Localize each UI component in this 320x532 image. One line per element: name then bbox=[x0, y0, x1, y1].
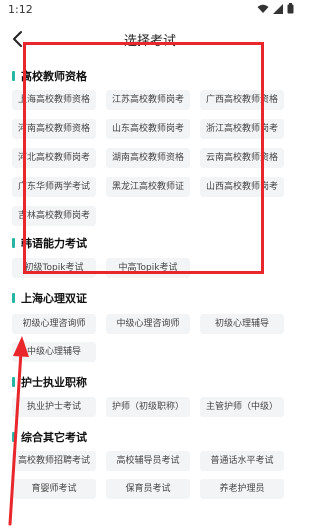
section-accent-bar bbox=[12, 238, 15, 248]
section-accent-bar bbox=[12, 432, 15, 442]
chip-exam[interactable]: 高校教师招聘考试 bbox=[12, 451, 96, 471]
chip-exam[interactable]: 初级心理咨询师 bbox=[12, 314, 96, 334]
chip-exam[interactable]: 浙江高校教师岗考 bbox=[200, 119, 284, 139]
chip-exam[interactable]: 护师（初级职称） bbox=[106, 397, 190, 417]
wifi-icon bbox=[257, 4, 269, 13]
section-title-label: 高校教师资格 bbox=[21, 70, 87, 83]
chip-exam[interactable]: 山东高校教师岗考 bbox=[106, 119, 190, 139]
section-title-label: 护士执业职称 bbox=[21, 376, 87, 389]
chip-exam[interactable]: 吉林高校教师岗考 bbox=[12, 206, 96, 226]
chip-exam[interactable]: 高校辅导员考试 bbox=[106, 451, 190, 471]
section-title-label: 上海心理双证 bbox=[21, 292, 87, 305]
section-title-other-exams: 综合其它考试 bbox=[12, 429, 87, 445]
chip-exam[interactable]: 湖南高校教师资格 bbox=[106, 148, 190, 168]
chip-exam[interactable]: 江苏高校教师岗考 bbox=[106, 90, 190, 110]
chip-exam[interactable]: 河南高校教师资格 bbox=[12, 119, 96, 139]
section-title-teacher-qualification: 高校教师资格 bbox=[12, 68, 87, 84]
chip-exam[interactable]: 上海高校教师资格 bbox=[12, 90, 96, 110]
section-accent-bar bbox=[12, 377, 15, 387]
section-accent-bar bbox=[12, 71, 15, 81]
chip-exam[interactable]: 初级Topik考试 bbox=[12, 258, 96, 278]
chip-exam[interactable]: 养老护理员 bbox=[200, 479, 284, 499]
chip-exam[interactable]: 中级心理咨询师 bbox=[106, 314, 190, 334]
section-accent-bar bbox=[12, 293, 15, 303]
chip-exam[interactable]: 普通话水平考试 bbox=[200, 451, 284, 471]
header: 选择考试 bbox=[0, 24, 300, 54]
chip-exam[interactable]: 保育员考试 bbox=[106, 479, 190, 499]
page-title: 选择考试 bbox=[123, 34, 176, 49]
chip-exam[interactable]: 初级心理辅导 bbox=[200, 314, 284, 334]
status-bar: 1:12 bbox=[0, 0, 300, 22]
status-icons bbox=[257, 3, 294, 14]
section-title-label: 韩语能力考试 bbox=[21, 237, 87, 250]
chip-exam[interactable]: 山西高校教师岗考 bbox=[200, 177, 284, 197]
chip-exam[interactable]: 广东华师两学考试 bbox=[12, 177, 96, 197]
section-title-psychology: 上海心理双证 bbox=[12, 290, 87, 306]
chip-exam[interactable]: 黑龙江高校教师证 bbox=[106, 177, 190, 197]
chip-exam[interactable]: 主管护师（中级） bbox=[200, 397, 284, 417]
section-title-label: 综合其它考试 bbox=[21, 431, 87, 444]
chip-exam[interactable]: 云南高校教师资格 bbox=[200, 148, 284, 168]
chip-exam[interactable]: 河北高校教师岗考 bbox=[12, 148, 96, 168]
chip-exam[interactable]: 执业护士考试 bbox=[12, 397, 96, 417]
battery-icon bbox=[287, 3, 294, 14]
section-title-korean-topik: 韩语能力考试 bbox=[12, 235, 87, 251]
chip-exam[interactable]: 中级心理辅导 bbox=[12, 342, 96, 362]
signal-icon bbox=[273, 3, 283, 14]
chip-exam[interactable]: 育婴师考试 bbox=[12, 479, 96, 499]
chip-exam[interactable]: 广西高校教师资格 bbox=[200, 90, 284, 110]
status-time: 1:12 bbox=[8, 3, 33, 16]
section-title-nursing: 护士执业职称 bbox=[12, 374, 87, 390]
chip-exam[interactable]: 中高Topik考试 bbox=[106, 258, 190, 278]
